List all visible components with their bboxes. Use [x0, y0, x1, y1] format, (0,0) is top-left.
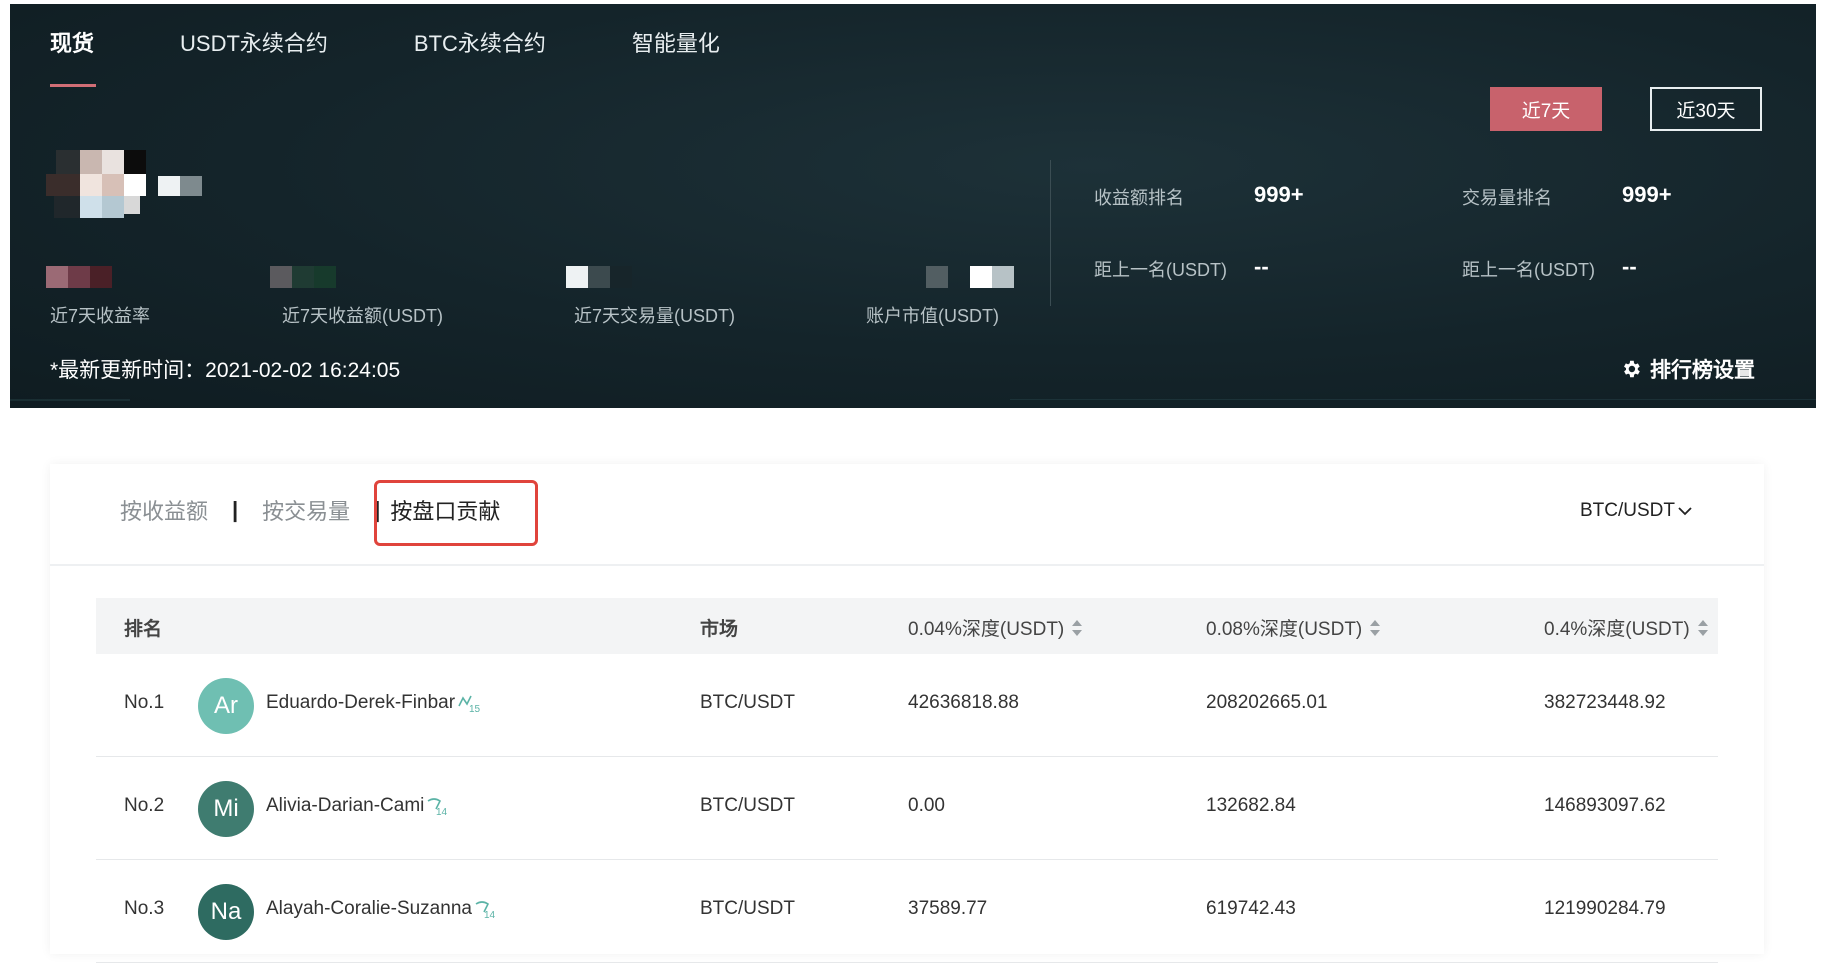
- avatar: Mi: [198, 781, 254, 837]
- user-name-text: Alivia-Darian-Cami: [266, 795, 425, 816]
- username-blurred: [158, 176, 180, 196]
- depth-008-cell: 208202665.01: [1206, 692, 1328, 713]
- period-30d-button[interactable]: 近30天: [1650, 87, 1762, 131]
- stat-label-account-value: 账户市值(USDT): [866, 306, 999, 326]
- sort-tab-volume[interactable]: 按交易量: [262, 494, 350, 526]
- sort-icon: [1072, 619, 1083, 636]
- user-name-text: Eduardo-Derek-Finbar: [266, 692, 456, 713]
- depth-008-cell: 132682.84: [1206, 795, 1296, 816]
- header-depth-04-label: 0.4%深度(USDT): [1544, 619, 1690, 640]
- user-avatar-blurred: [46, 150, 146, 230]
- svg-text:15: 15: [469, 704, 481, 714]
- update-time: *最新更新时间：2021-02-02 16:24:05: [50, 359, 401, 382]
- header-market: 市场: [700, 619, 739, 640]
- volume-rank-value: 999+: [1622, 182, 1672, 207]
- user-name[interactable]: Eduardo-Derek-Finbar 15: [266, 692, 483, 714]
- stat-label-7d-profit: 近7天收益额(USDT): [282, 306, 443, 326]
- ranking-table: 排名 市场 0.04%深度(USDT) 0.08%深度(USDT) 0.4%深度…: [96, 598, 1718, 963]
- profit-gap-value: --: [1254, 254, 1269, 279]
- ranking-settings-button[interactable]: 排行榜设置: [1620, 354, 1755, 384]
- header-depth-004-label: 0.04%深度(USDT): [908, 619, 1065, 640]
- username-blurred: [180, 176, 202, 196]
- svg-text:14: 14: [436, 807, 448, 817]
- user-name[interactable]: Alivia-Darian-Cami 14: [266, 795, 452, 817]
- market-cell: BTC/USDT: [700, 795, 795, 816]
- sort-icon: [1370, 619, 1381, 636]
- period-7d-button[interactable]: 近7天: [1490, 87, 1602, 131]
- rank-cell: No.2: [124, 795, 165, 816]
- rank-cell: No.1: [124, 692, 165, 713]
- header-rank: 排名: [124, 619, 163, 640]
- header-depth-008-label: 0.08%深度(USDT): [1206, 619, 1363, 640]
- sort-tab-profit[interactable]: 按收益额: [120, 494, 208, 526]
- profit-gap-label: 距上一名(USDT): [1094, 260, 1227, 280]
- stat-label-7d-return: 近7天收益率: [50, 306, 151, 326]
- header-depth-008[interactable]: 0.08%深度(USDT): [1206, 614, 1382, 641]
- decor-line: [10, 399, 130, 401]
- settings-label: 排行榜设置: [1650, 359, 1755, 382]
- highlight-box: [374, 480, 538, 546]
- market-cell: BTC/USDT: [700, 898, 795, 919]
- market-cell: BTC/USDT: [700, 692, 795, 713]
- depth-008-cell: 619742.43: [1206, 898, 1296, 919]
- card-divider: [50, 564, 1764, 566]
- header-depth-04[interactable]: 0.4%深度(USDT): [1544, 614, 1710, 641]
- avatar: Ar: [198, 678, 254, 734]
- svg-text:14: 14: [484, 910, 496, 920]
- table-header: 排名 市场 0.04%深度(USDT) 0.08%深度(USDT) 0.4%深度…: [96, 598, 1718, 654]
- sort-tab-separator: |: [232, 497, 239, 522]
- profile-banner: 现货 USDT永续合约 BTC永续合约 智能量化 近7天 近30天 近7天收益率…: [10, 4, 1816, 408]
- level-badge-icon: 14: [427, 798, 448, 817]
- table-row[interactable]: No.2 Mi Alivia-Darian-Cami 14 BTC/USDT 0…: [96, 757, 1718, 860]
- market-select[interactable]: BTC/USDT: [1580, 500, 1693, 522]
- decor-line: [1010, 399, 1816, 400]
- level-badge-icon: 15: [458, 695, 481, 714]
- sort-icon: [1697, 619, 1708, 636]
- banner-divider: [1050, 160, 1051, 306]
- depth-04-cell: 121990284.79: [1544, 898, 1666, 919]
- volume-gap-value: --: [1622, 254, 1637, 279]
- tab-spot[interactable]: 现货: [50, 26, 97, 87]
- header-depth-004[interactable]: 0.04%深度(USDT): [908, 614, 1084, 641]
- profit-rank-value: 999+: [1254, 182, 1304, 207]
- depth-004-cell: 42636818.88: [908, 692, 1019, 713]
- tab-btc-perpetual[interactable]: BTC永续合约: [414, 26, 546, 64]
- stat-label-7d-volume: 近7天交易量(USDT): [574, 306, 735, 326]
- market-select-label: BTC/USDT: [1580, 500, 1675, 521]
- table-row[interactable]: No.1 Ar Eduardo-Derek-Finbar 15 BTC/USDT…: [96, 654, 1718, 757]
- top-tabs: 现货 USDT永续合约 BTC永续合约 智能量化: [50, 26, 806, 87]
- volume-gap-label: 距上一名(USDT): [1462, 260, 1595, 280]
- depth-004-cell: 37589.77: [908, 898, 988, 919]
- tab-quant[interactable]: 智能量化: [632, 26, 720, 64]
- volume-rank-label: 交易量排名: [1462, 188, 1552, 208]
- profit-rank-label: 收益额排名: [1094, 188, 1184, 208]
- depth-004-cell: 0.00: [908, 795, 945, 816]
- avatar: Na: [198, 884, 254, 940]
- user-name-text: Alayah-Coralie-Suzanna: [266, 898, 472, 919]
- ranking-card: 按收益额 | 按交易量 | 按盘口贡献 BTC/USDT 排名 市场 0.04%…: [50, 464, 1764, 963]
- depth-04-cell: 382723448.92: [1544, 692, 1666, 713]
- chevron-down-icon: [1678, 507, 1692, 516]
- depth-04-cell: 146893097.62: [1544, 795, 1666, 816]
- user-name[interactable]: Alayah-Coralie-Suzanna 14: [266, 898, 500, 920]
- gear-icon: [1624, 360, 1640, 378]
- tab-usdt-perpetual[interactable]: USDT永续合约: [180, 26, 328, 64]
- rank-cell: No.3: [124, 898, 165, 919]
- level-badge-icon: 14: [475, 901, 496, 920]
- table-row[interactable]: No.3 Na Alayah-Coralie-Suzanna 14 BTC/US…: [96, 860, 1718, 963]
